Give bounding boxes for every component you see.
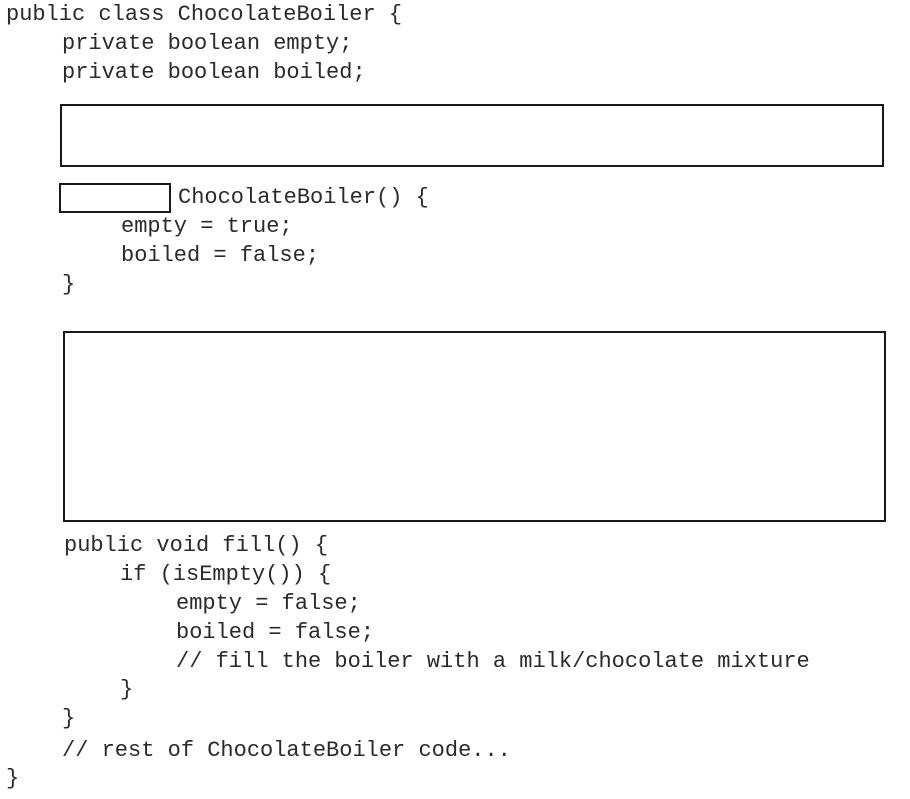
fill-empty-assignment: empty = false;	[176, 591, 361, 616]
constructor-signature: ChocolateBoiler() {	[178, 185, 429, 210]
rest-of-code-comment: // rest of ChocolateBoiler code...	[62, 738, 511, 763]
class-closing-brace: }	[6, 766, 20, 791]
fill-if-closing-brace: }	[120, 677, 134, 702]
fill-closing-brace: }	[62, 706, 76, 731]
fill-comment: // fill the boiler with a milk/chocolate…	[176, 649, 810, 674]
constructor-empty-assignment: empty = true;	[121, 214, 293, 239]
class-declaration: public class ChocolateBoiler {	[6, 2, 403, 27]
field-empty-declaration: private boolean empty;	[62, 31, 353, 56]
constructor-closing-brace: }	[62, 272, 76, 297]
field-boiled-declaration: private boolean boiled;	[62, 60, 366, 85]
fill-boiled-assignment: boiled = false;	[176, 620, 375, 645]
answer-blank-box-modifier[interactable]	[59, 183, 171, 213]
answer-blank-box-2[interactable]	[63, 331, 886, 522]
constructor-boiled-assignment: boiled = false;	[121, 243, 320, 268]
fill-method-signature: public void fill() {	[64, 533, 329, 558]
answer-blank-box-1[interactable]	[60, 104, 884, 167]
fill-if-statement: if (isEmpty()) {	[120, 562, 332, 587]
